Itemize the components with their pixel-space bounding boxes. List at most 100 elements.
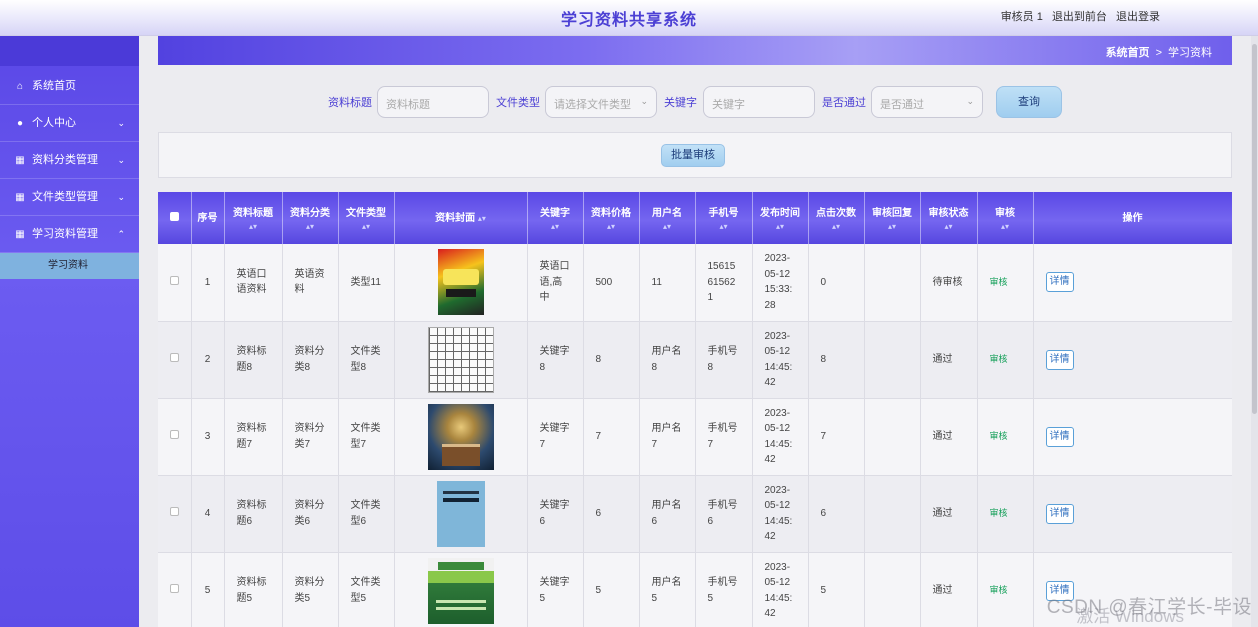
row-select-cell[interactable] xyxy=(158,475,192,553)
pass-filter-label: 是否通过 xyxy=(822,97,866,109)
sidebar-item-home[interactable]: ⌂ 系统首页 xyxy=(0,68,139,105)
row-checkbox[interactable] xyxy=(169,275,179,285)
column-header[interactable]: 审核回复 ▴▾ xyxy=(864,192,921,244)
sidebar-subitem-study-materials[interactable]: 学习资料 xyxy=(0,253,139,279)
row-select-cell[interactable] xyxy=(158,552,192,627)
cell-status: 通过 xyxy=(920,475,978,553)
row-checkbox[interactable] xyxy=(169,429,179,439)
detail-button[interactable]: 详情 xyxy=(1045,426,1074,447)
column-header[interactable]: 资料价格 ▴▾ xyxy=(583,192,640,244)
row-checkbox[interactable] xyxy=(169,583,179,593)
cell-no: 1 xyxy=(191,244,225,322)
sidebar-item-filetype-management[interactable]: ▦ 文件类型管理 ⌄ xyxy=(0,179,139,216)
title-filter-input[interactable]: 资料标题 xyxy=(377,86,489,118)
detail-button[interactable]: 详情 xyxy=(1045,349,1074,370)
sidebar-item-category-management[interactable]: ▦ 资料分类管理 ⌄ xyxy=(0,142,139,179)
chevron-up-icon: ⌃ xyxy=(117,229,125,239)
column-header[interactable]: 关键字 ▴▾ xyxy=(527,192,584,244)
sort-icon[interactable]: ▴▾ xyxy=(982,222,1029,232)
batch-audit-button[interactable]: 批量审核 xyxy=(661,144,725,167)
cell-keyword: 关键字8 xyxy=(527,321,584,399)
filetype-filter-label: 文件类型 xyxy=(496,97,540,109)
logout-link[interactable]: 退出登录 xyxy=(1116,11,1160,23)
column-header[interactable]: 资料封面 ▴▾ xyxy=(394,192,528,244)
detail-button[interactable]: 详情 xyxy=(1045,503,1074,524)
sort-icon[interactable]: ▴▾ xyxy=(478,214,486,223)
cell-username: 11 xyxy=(639,244,696,322)
column-header[interactable]: 点击次数 ▴▾ xyxy=(808,192,865,244)
column-header[interactable]: 审核 ▴▾ xyxy=(977,192,1034,244)
breadcrumb-home[interactable]: 系统首页 xyxy=(1106,47,1150,59)
audit-link[interactable]: 审核 xyxy=(990,508,1008,518)
cell-username: 用户名7 xyxy=(639,398,696,476)
table-row: 4 资料标题6 资料分类6 文件类型6 关键字6 6 用户名6 手机号6 202… xyxy=(158,475,1232,553)
page-scrollbar[interactable] xyxy=(1251,36,1258,627)
column-header[interactable]: 审核状态 ▴▾ xyxy=(920,192,978,244)
filetype-filter-select[interactable]: 请选择文件类型 ⌄ xyxy=(545,86,657,118)
cover-graphic xyxy=(435,599,486,603)
cell-no: 5 xyxy=(191,552,225,627)
column-header-label: 序号 xyxy=(197,212,218,224)
column-header[interactable]: 资料分类 ▴▾ xyxy=(282,192,339,244)
materials-table-wrapper: 序号 资料标题 ▴▾ 资料分类 ▴▾ 文件类型 ▴▾ 资料封面 ▴▾ 关键字 ▴▾ 资料… xyxy=(158,192,1232,627)
column-header[interactable]: 手机号 ▴▾ xyxy=(695,192,753,244)
sidebar-item-label: 资料分类管理 xyxy=(32,154,98,166)
cell-cover xyxy=(394,244,528,322)
column-header-label: 点击次数 xyxy=(816,207,856,219)
sort-icon[interactable]: ▴▾ xyxy=(757,222,804,232)
select-all-checkbox[interactable] xyxy=(169,211,179,221)
column-header[interactable]: 序号 xyxy=(191,192,225,244)
sort-icon[interactable]: ▴▾ xyxy=(925,222,973,232)
row-select-cell[interactable] xyxy=(158,321,192,399)
home-icon: ⌂ xyxy=(16,81,24,92)
keyword-filter-input[interactable]: 关键字 xyxy=(703,86,815,118)
audit-link[interactable]: 审核 xyxy=(990,277,1008,287)
sort-icon[interactable]: ▴▾ xyxy=(287,222,334,232)
row-select-cell[interactable] xyxy=(158,398,192,476)
pass-filter-select[interactable]: 是否通过 ⌄ xyxy=(871,86,983,118)
cover-image[interactable] xyxy=(427,557,494,624)
sort-icon[interactable]: ▴▾ xyxy=(644,222,691,232)
audit-link[interactable]: 审核 xyxy=(990,354,1008,364)
cover-image[interactable] xyxy=(436,480,485,547)
query-button[interactable]: 查询 xyxy=(996,86,1062,118)
cell-category: 英语资料 xyxy=(282,244,339,322)
sidebar-item-personal-center[interactable]: ● 个人中心 ⌄ xyxy=(0,105,139,142)
cell-title: 资料标题6 xyxy=(224,475,283,553)
row-checkbox[interactable] xyxy=(169,352,179,362)
cover-graphic xyxy=(445,289,476,298)
sort-icon[interactable]: ▴▾ xyxy=(532,222,579,232)
cell-audit: 审核 xyxy=(977,475,1034,553)
cell-clicks: 0 xyxy=(808,244,865,322)
cover-image[interactable] xyxy=(427,403,494,470)
sort-icon[interactable]: ▴▾ xyxy=(700,222,748,232)
sort-icon[interactable]: ▴▾ xyxy=(869,222,916,232)
audit-link[interactable]: 审核 xyxy=(990,585,1008,595)
sidebar-item-material-management[interactable]: ▦ 学习资料管理 ⌃ xyxy=(0,216,139,253)
column-header[interactable]: 用户名 ▴▾ xyxy=(639,192,696,244)
breadcrumb-separator: > xyxy=(1155,47,1162,59)
cover-image[interactable] xyxy=(427,326,494,393)
breadcrumb-current: 学习资料 xyxy=(1168,47,1212,59)
detail-button[interactable]: 详情 xyxy=(1045,272,1074,293)
audit-link[interactable]: 审核 xyxy=(990,431,1008,441)
cell-cover xyxy=(394,321,528,399)
exit-to-front-link[interactable]: 退出到前台 xyxy=(1052,11,1107,23)
select-all-header[interactable] xyxy=(158,192,192,244)
column-header-label: 审核 xyxy=(995,207,1015,219)
sort-icon[interactable]: ▴▾ xyxy=(588,222,635,232)
row-checkbox[interactable] xyxy=(169,506,179,516)
column-header-label: 文件类型 xyxy=(346,207,386,219)
column-header[interactable]: 资料标题 ▴▾ xyxy=(224,192,283,244)
cover-image[interactable] xyxy=(437,249,484,316)
scrollbar-thumb[interactable] xyxy=(1252,44,1257,414)
cell-title: 资料标题7 xyxy=(224,398,283,476)
column-header[interactable]: 文件类型 ▴▾ xyxy=(338,192,395,244)
sort-icon[interactable]: ▴▾ xyxy=(343,222,390,232)
column-header-label: 资料标题 xyxy=(233,207,273,219)
sort-icon[interactable]: ▴▾ xyxy=(229,222,278,232)
column-header[interactable]: 发布时间 ▴▾ xyxy=(752,192,809,244)
row-select-cell[interactable] xyxy=(158,244,192,322)
sort-icon[interactable]: ▴▾ xyxy=(813,222,860,232)
chevron-down-icon: ⌄ xyxy=(966,96,974,106)
